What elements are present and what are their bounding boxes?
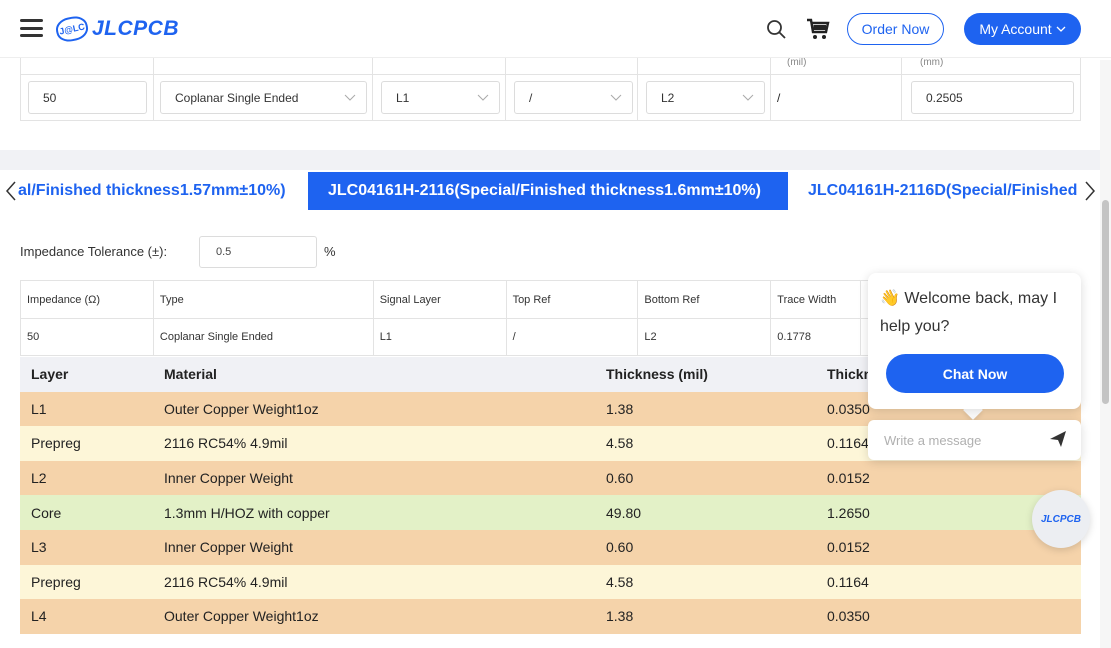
chat-popup: 👋 Welcome back, may I help you? Chat Now xyxy=(868,273,1081,409)
stackup-tabs: al/Finished thickness1.57mm±10%) JLC0416… xyxy=(0,170,1100,212)
signal-layer-select[interactable]: L1 xyxy=(381,81,500,114)
trace-width-mm-header: (mm) xyxy=(920,57,944,68)
table-cell: 50 xyxy=(20,318,154,356)
bottom-ref-value: L2 xyxy=(661,90,675,105)
chevron-down-icon xyxy=(610,94,622,101)
chevron-down-icon xyxy=(477,94,489,101)
thickness-mil-cell: 4.58 xyxy=(606,435,634,452)
tab-stackup-prev[interactable]: al/Finished thickness1.57mm±10%) xyxy=(18,172,286,210)
material-cell: 1.3mm H/HOZ with copper xyxy=(164,504,330,521)
table-row: L2 Inner Copper Weight 0.60 0.0152 xyxy=(20,460,1081,496)
top-ref-select[interactable]: / xyxy=(514,81,633,114)
column-header: Trace Width xyxy=(770,280,862,319)
bottom-ref-select[interactable]: L2 xyxy=(646,81,765,114)
table-cell: / xyxy=(505,318,639,356)
layer-cell: Core xyxy=(31,504,62,521)
material-cell: Outer Copper Weight1oz xyxy=(164,400,319,417)
type-select-value: Coplanar Single Ended xyxy=(175,90,299,105)
top-ref-value: / xyxy=(529,90,533,105)
tab-stackup-2116[interactable]: JLC04161H-2116(Special/Finished thicknes… xyxy=(308,172,788,210)
column-header: Layer xyxy=(20,357,153,392)
layer-cell: Prepreg xyxy=(31,435,81,452)
tolerance-label: Impedance Tolerance (±): xyxy=(20,244,168,259)
type-select[interactable]: Coplanar Single Ended xyxy=(160,81,367,114)
layer-cell: L2 xyxy=(31,470,47,487)
table-cell: Coplanar Single Ended xyxy=(152,318,374,356)
chat-input-placeholder: Write a message xyxy=(884,432,982,448)
thickness-mil-cell: 4.58 xyxy=(606,573,634,590)
table-row: Prepreg 2116 RC54% 4.9mil 4.58 0.1164 xyxy=(20,564,1081,600)
order-now-button[interactable]: Order Now xyxy=(847,13,944,45)
material-cell: Inner Copper Weight xyxy=(164,470,293,487)
my-account-label: My Account xyxy=(979,21,1052,37)
material-cell: 2116 RC54% 4.9mil xyxy=(164,435,288,452)
thickness-mm-cell: 0.0152 xyxy=(827,470,870,487)
column-header: Signal Layer xyxy=(372,280,507,319)
logo-text: JLCPCB xyxy=(92,17,180,40)
material-cell: 2116 RC54% 4.9mil xyxy=(164,573,288,590)
trace-width-mm-input[interactable]: 0.2505 xyxy=(911,81,1074,114)
layer-cell: L4 xyxy=(31,608,47,625)
cart-icon[interactable] xyxy=(806,17,830,41)
signal-layer-value: L1 xyxy=(396,90,410,105)
chevron-down-icon xyxy=(1056,26,1066,32)
layer-cell: L3 xyxy=(31,539,47,556)
thickness-mm-cell: 0.1164 xyxy=(827,573,869,590)
table-row: Core 1.3mm H/HOZ with copper 49.80 1.265… xyxy=(20,495,1081,530)
layer-cell: Prepreg xyxy=(31,573,81,590)
chevron-left-icon[interactable] xyxy=(5,180,17,202)
column-header: Bottom Ref xyxy=(637,280,772,319)
layer-cell: L1 xyxy=(31,400,47,417)
scrollbar-thumb[interactable] xyxy=(1102,200,1109,404)
thickness-mil-cell: 49.80 xyxy=(606,504,642,521)
thickness-mil-cell: 1.38 xyxy=(606,608,634,625)
material-cell: Outer Copper Weight1oz xyxy=(164,608,319,625)
menu-icon[interactable] xyxy=(20,19,43,37)
tolerance-input[interactable]: 0.5 xyxy=(199,236,317,268)
tolerance-unit: % xyxy=(324,244,336,259)
chevron-down-icon xyxy=(742,94,754,101)
column-header: Top Ref xyxy=(505,280,639,319)
table-cell: L1 xyxy=(372,318,507,356)
thickness-mil-cell: 1.38 xyxy=(606,400,634,417)
chevron-down-icon xyxy=(344,94,356,101)
section-divider xyxy=(0,150,1100,170)
send-icon[interactable] xyxy=(1049,430,1067,448)
trace-width-value: 0.1778 xyxy=(770,318,862,356)
trace-width-mil-header: (mil) xyxy=(787,57,807,68)
column-header: Material xyxy=(153,357,595,392)
material-cell: Inner Copper Weight xyxy=(164,539,293,556)
thickness-mm-cell: 0.0350 xyxy=(827,608,870,625)
impedance-input[interactable]: 50 xyxy=(28,81,147,114)
logo-mark: J@LC xyxy=(53,13,91,45)
chat-launcher-button[interactable]: JLCPCB xyxy=(1032,490,1090,548)
top-header: J@LC JLCPCB Order Now My Account xyxy=(0,0,1111,58)
column-header: Type xyxy=(152,280,374,319)
chat-message-input[interactable]: Write a message xyxy=(868,420,1081,460)
thickness-mil-cell: 0.60 xyxy=(606,539,634,556)
tab-stackup-2116d[interactable]: JLC04161H-2116D(Special/Finished xyxy=(808,172,1077,210)
logo[interactable]: J@LC JLCPCB xyxy=(53,12,180,46)
chat-welcome-message: 👋 Welcome back, may I help you? xyxy=(880,290,1058,335)
chat-now-button[interactable]: Chat Now xyxy=(886,354,1064,393)
thickness-mil-cell: 0.60 xyxy=(606,470,634,487)
column-header: Impedance (Ω) xyxy=(20,280,154,319)
trace-width-mil-value: / xyxy=(777,90,781,105)
my-account-button[interactable]: My Account xyxy=(964,13,1081,45)
search-icon[interactable] xyxy=(766,19,786,39)
column-header: Thickness (mil) xyxy=(595,357,816,392)
table-row: L4 Outer Copper Weight1oz 1.38 0.0350 xyxy=(20,599,1081,634)
chevron-right-icon[interactable] xyxy=(1084,180,1096,202)
table-cell: L2 xyxy=(637,318,772,356)
chat-launcher-logo: JLCPCB xyxy=(1040,513,1081,525)
table-row: L3 Inner Copper Weight 0.60 0.0152 xyxy=(20,529,1081,565)
